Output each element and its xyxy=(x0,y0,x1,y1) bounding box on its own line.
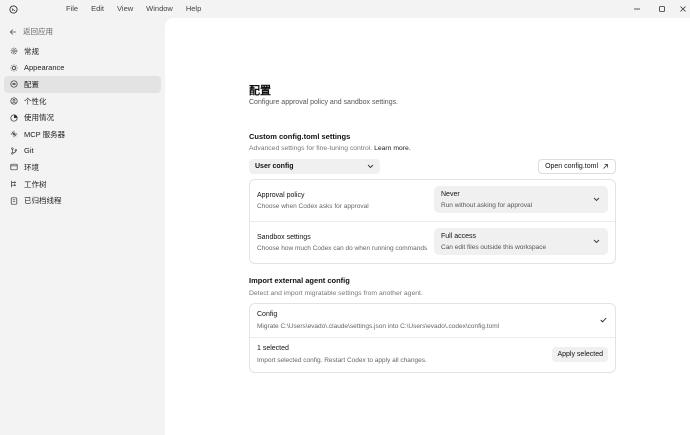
menu-window[interactable]: Window xyxy=(146,4,173,13)
sidebar-item-label: 已归档线程 xyxy=(24,196,62,206)
sun-icon xyxy=(10,64,18,72)
sandbox-settings-desc: Choose how much Codex can do when runnin… xyxy=(257,245,428,252)
git-icon xyxy=(11,147,17,155)
back-label: 返回应用 xyxy=(23,27,53,36)
apply-selected-button[interactable]: Apply selected xyxy=(552,347,608,362)
usage-icon xyxy=(10,114,18,122)
approval-policy-desc: Choose when Codex asks for approval xyxy=(257,203,369,210)
config-scope-value: User config xyxy=(255,163,294,170)
selected-count-label: 1 selected xyxy=(257,345,289,352)
import-card: Config Migrate C:\Users\evado\.claude\se… xyxy=(249,303,616,373)
back-to-app-button[interactable]: 返回应用 xyxy=(9,26,53,37)
config-scope-select[interactable]: User config xyxy=(249,159,380,174)
import-config-desc: Migrate C:\Users\evado\.claude\settings.… xyxy=(257,323,500,330)
sandbox-settings-value-desc: Can edit files outside this workspace xyxy=(441,244,547,251)
sidebar-item-label: MCP 服务器 xyxy=(24,129,66,139)
minimize-button[interactable] xyxy=(630,3,644,15)
arrow-left-icon xyxy=(9,28,16,35)
sidebar-item-label: Appearance xyxy=(24,63,65,73)
custom-config-title: Custom config.toml settings xyxy=(249,132,351,141)
maximize-button[interactable] xyxy=(655,3,669,15)
approval-policy-value-desc: Run without asking for approval xyxy=(441,202,533,209)
page-title: 配置 xyxy=(249,85,271,97)
custom-config-subtitle-text: Advanced settings for fine-tuning contro… xyxy=(249,145,373,152)
main-content: 配置 Configure approval policy and sandbox… xyxy=(165,18,690,435)
app-logo-icon xyxy=(9,5,18,14)
maximize-icon xyxy=(659,6,665,12)
chevron-down-icon xyxy=(593,197,600,202)
title-bar: File Edit View Window Help xyxy=(0,0,690,18)
approval-policy-row: Approval policy Choose when Codex asks f… xyxy=(250,180,615,222)
custom-config-subtitle: Advanced settings for fine-tuning contro… xyxy=(249,145,411,152)
selected-desc: Import selected config. Restart Codex to… xyxy=(257,357,427,364)
menu-view[interactable]: View xyxy=(117,4,133,13)
sandbox-settings-label: Sandbox settings xyxy=(257,234,311,241)
import-config-row[interactable]: Config Migrate C:\Users\evado\.claude\se… xyxy=(250,304,615,338)
import-selected-row: 1 selected Import selected config. Resta… xyxy=(250,338,615,372)
sidebar-item-worktree[interactable]: 工作树 xyxy=(4,176,161,193)
close-icon xyxy=(680,6,686,12)
learn-more-link[interactable]: Learn more. xyxy=(374,145,411,152)
menu-file[interactable]: File xyxy=(66,4,78,13)
sidebar-item-personalize[interactable]: 个性化 xyxy=(4,93,161,110)
sidebar-item-mcp-servers[interactable]: MCP 服务器 xyxy=(4,126,161,143)
sidebar-item-label: 个性化 xyxy=(24,96,47,106)
sidebar-item-general[interactable]: 常规 xyxy=(4,43,161,60)
mcp-icon xyxy=(10,131,18,138)
sandbox-settings-dropdown[interactable]: Full access Can edit files outside this … xyxy=(434,228,608,255)
chevron-down-icon xyxy=(593,239,600,244)
checkmark-icon[interactable] xyxy=(600,317,607,323)
sidebar-item-environment[interactable]: 环境 xyxy=(4,159,161,176)
open-config-toml-button[interactable]: Open config.toml xyxy=(538,159,616,174)
config-icon xyxy=(10,80,18,89)
menu-edit[interactable]: Edit xyxy=(91,4,104,13)
sidebar-item-config[interactable]: 配置 xyxy=(4,76,161,93)
minimize-icon xyxy=(634,8,640,10)
worktree-icon xyxy=(11,180,17,188)
import-config-subtitle: Detect and import migratable settings fr… xyxy=(249,290,423,297)
sidebar-item-label: 使用情况 xyxy=(24,113,54,123)
close-window-button[interactable] xyxy=(676,3,690,15)
personalize-icon xyxy=(10,97,18,105)
sidebar-item-label: 常规 xyxy=(24,46,39,56)
approval-policy-dropdown[interactable]: Never Run without asking for approval xyxy=(434,186,608,213)
sidebar-item-usage[interactable]: 使用情况 xyxy=(4,109,161,126)
approval-policy-value: Never xyxy=(441,191,460,198)
settings-sidebar: 返回应用 常规 Appearance 配置 个性化 使用情况 MCP 服务器 G… xyxy=(0,18,165,435)
sidebar-item-label: 配置 xyxy=(24,79,39,89)
gear-icon xyxy=(10,48,18,55)
chevron-down-icon xyxy=(367,164,374,169)
sandbox-settings-row: Sandbox settings Choose how much Codex c… xyxy=(250,222,615,263)
approval-policy-label: Approval policy xyxy=(257,192,305,199)
sidebar-item-label: 环境 xyxy=(24,162,39,172)
page-subtitle: Configure approval policy and sandbox se… xyxy=(249,99,399,106)
policy-card: Approval policy Choose when Codex asks f… xyxy=(249,179,616,264)
environment-icon xyxy=(10,164,18,171)
sidebar-nav: 常规 Appearance 配置 个性化 使用情况 MCP 服务器 Git 环境… xyxy=(4,43,161,209)
import-config-label: Config xyxy=(257,311,278,318)
sidebar-item-appearance[interactable]: Appearance xyxy=(4,60,161,77)
sidebar-item-git[interactable]: Git xyxy=(4,143,161,160)
sidebar-item-archived-threads[interactable]: 已归档线程 xyxy=(4,192,161,209)
external-link-icon xyxy=(603,164,608,169)
menu-help[interactable]: Help xyxy=(186,4,201,13)
import-config-title: Import external agent config xyxy=(249,276,350,285)
archive-icon xyxy=(10,197,18,205)
menu-bar: File Edit View Window Help xyxy=(66,4,214,13)
sidebar-item-label: 工作树 xyxy=(24,179,47,189)
open-config-toml-label: Open config.toml xyxy=(545,163,598,170)
sandbox-settings-value: Full access xyxy=(441,233,477,240)
sidebar-item-label: Git xyxy=(24,146,34,156)
